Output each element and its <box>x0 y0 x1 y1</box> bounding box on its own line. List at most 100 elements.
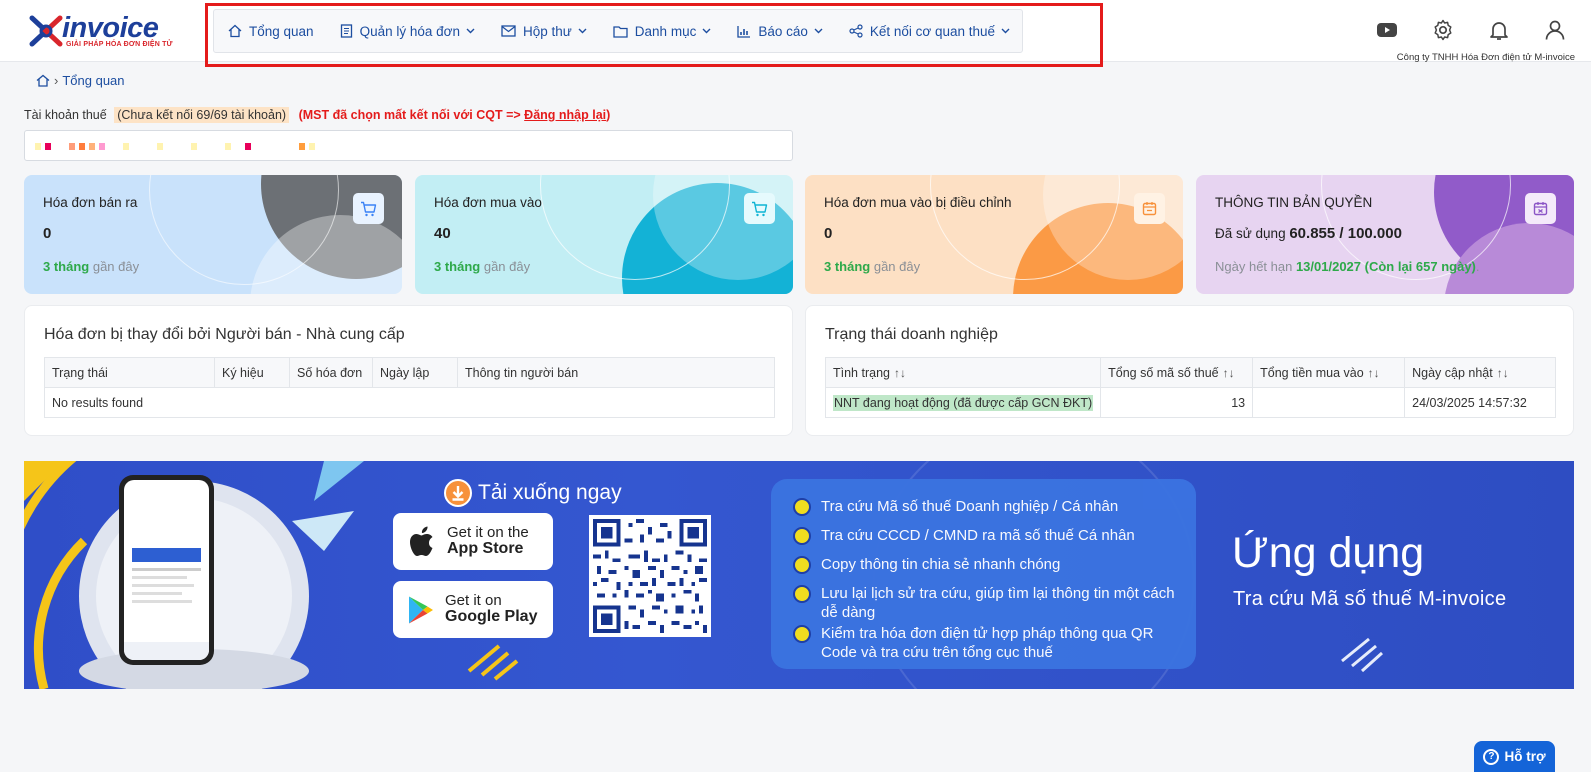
google-play-icon <box>409 596 433 623</box>
relogin-link[interactable]: Đăng nhập lại <box>524 108 606 122</box>
column-header[interactable]: Ngày lập <box>372 357 458 388</box>
download-title-text: Tải xuống ngay <box>478 481 622 504</box>
mail-icon <box>501 25 516 37</box>
nav-item-overview[interactable]: Tổng quan <box>228 24 314 39</box>
nav-item-reports[interactable]: Báo cáo <box>737 24 823 39</box>
bullet-icon <box>793 527 811 545</box>
card-note: 3 tháng gần đây <box>824 259 921 274</box>
store-line2: Google Play <box>445 607 538 625</box>
home-icon <box>228 24 242 38</box>
gear-icon[interactable] <box>1431 18 1455 42</box>
app-store-button[interactable]: Get it on the App Store <box>393 513 553 570</box>
feature-item: Tra cứu Mã số thuế Doanh nghiệp / Cá nhâ… <box>793 497 1191 516</box>
download-icon <box>444 479 472 507</box>
card-value: 0 <box>824 225 833 242</box>
tax-account-status: Tài khoản thuế (Chưa kết nối 69/69 tài k… <box>24 107 610 123</box>
card-note: 3 tháng gần đây <box>43 259 140 274</box>
column-header[interactable]: Ngày cập nhật ↑↓ <box>1404 357 1556 388</box>
app-promo-banner: Tải xuống ngay Get it on the App Store Ge… <box>24 461 1574 689</box>
column-header[interactable]: Trạng thái <box>44 357 215 388</box>
card-title: Hóa đơn mua vào <box>434 195 542 210</box>
column-header[interactable]: Thông tin người bán <box>457 357 775 388</box>
card-invoices-purchased[interactable]: Hóa đơn mua vào 40 3 tháng gần đây <box>415 175 793 294</box>
card-value: 40 <box>434 225 451 242</box>
warning-text: (MST đã chọn mất kết nối với CQT => <box>298 108 521 122</box>
chevron-down-icon <box>466 28 475 34</box>
main-nav: Tổng quan Quản lý hóa đơn Hộp thư Danh m… <box>213 9 1023 53</box>
panel-title: Hóa đơn bị thay đổi bởi Người bán - Nhà … <box>44 326 405 343</box>
brand-logo[interactable]: invoice GIẢI PHÁP HÓA ĐƠN ĐIỆN TỬ <box>26 10 173 52</box>
support-button[interactable]: ? Hỗ trợ <box>1474 741 1555 772</box>
feature-item: Lưu lại lịch sử tra cứu, giúp tìm lại th… <box>793 584 1191 622</box>
table-row[interactable]: NNT đang hoạt động (đã được cấp GCN ĐKT)… <box>824 387 1556 418</box>
cart-icon <box>353 193 384 224</box>
business-status-table: Tình trạng ↑↓ Tổng số mã số thuế ↑↓ Tổng t… <box>824 357 1556 418</box>
company-name: Công ty TNHH Hóa Đơn điện tử M-invoice <box>1396 52 1575 63</box>
calendar-icon <box>1134 193 1165 224</box>
table-header-row: Tình trạng ↑↓ Tổng số mã số thuế ↑↓ Tổng t… <box>824 357 1556 388</box>
brand-tagline: GIẢI PHÁP HÓA ĐƠN ĐIỆN TỬ <box>66 41 173 48</box>
card-invoices-adjusted[interactable]: Hóa đơn mua vào bị điều chỉnh 0 3 tháng … <box>805 175 1183 294</box>
business-status-panel: Trạng thái doanh nghiệp Tình trạng ↑↓ Tổn… <box>805 305 1574 436</box>
card-license-info[interactable]: THÔNG TIN BẢN QUYỀN Đã sử dụng 60.855 / … <box>1196 175 1574 294</box>
nav-item-catalog[interactable]: Danh mục <box>613 24 712 39</box>
column-header[interactable]: Tổng tiền mua vào ↑↓ <box>1252 357 1406 388</box>
support-label: Hỗ trợ <box>1504 749 1546 764</box>
card-value: 0 <box>43 225 52 242</box>
app-title: Ứng dụng <box>1232 529 1425 577</box>
cart-icon <box>744 193 775 224</box>
breadcrumb: › Tổng quan <box>36 73 125 88</box>
document-icon <box>340 24 352 38</box>
feature-list: Tra cứu Mã số thuế Doanh nghiệp / Cá nhâ… <box>771 479 1196 669</box>
card-title: THÔNG TIN BẢN QUYỀN <box>1215 195 1373 210</box>
logo-mark-icon <box>29 15 63 47</box>
feature-item: Tra cứu CCCD / CMND ra mã số thuế Cá nhâ… <box>793 526 1191 545</box>
app-subtitle: Tra cứu Mã số thuế M-invoice <box>1233 588 1507 610</box>
table-header-row: Trạng thái Ký hiệu Số hóa đơn Ngày lập T… <box>44 357 775 388</box>
google-play-button[interactable]: Get it on Google Play <box>393 581 553 638</box>
cell-status: NNT đang hoạt động (đã được cấp GCN ĐKT) <box>824 387 1102 418</box>
cell-amount <box>1252 387 1406 418</box>
nav-item-mailbox[interactable]: Hộp thư <box>501 24 587 39</box>
home-icon[interactable] <box>36 74 50 87</box>
youtube-icon[interactable] <box>1375 18 1399 42</box>
bullet-icon <box>793 498 811 516</box>
store-line2: App Store <box>447 539 524 557</box>
qr-code <box>589 515 711 637</box>
column-header[interactable]: Tình trạng ↑↓ <box>824 357 1102 388</box>
tax-account-select[interactable] <box>24 130 793 161</box>
connection-status-badge: (Chưa kết nối 69/69 tài khoản) <box>114 107 290 123</box>
phone-mockup <box>119 475 214 665</box>
card-title: Hóa đơn mua vào bị điều chỉnh <box>824 195 1012 210</box>
chart-icon <box>737 25 751 38</box>
bell-icon[interactable] <box>1487 18 1511 42</box>
bullet-icon <box>793 556 811 574</box>
breadcrumb-current[interactable]: Tổng quan <box>62 73 124 88</box>
tax-account-label: Tài khoản thuế <box>24 108 107 122</box>
feature-item: Kiểm tra hóa đơn điện tử hợp pháp thông … <box>793 624 1191 662</box>
seller-changes-table: Trạng thái Ký hiệu Số hóa đơn Ngày lập T… <box>44 357 775 418</box>
cell-updated: 24/03/2025 14:57:32 <box>1404 387 1556 418</box>
nav-item-invoice-management[interactable]: Quản lý hóa đơn <box>340 24 475 39</box>
sort-icon: ↑↓ <box>1222 365 1235 380</box>
nav-item-label: Hộp thư <box>522 23 572 39</box>
seller-changes-panel: Hóa đơn bị thay đổi bởi Người bán - Nhà … <box>24 305 793 436</box>
table-row: No results found <box>44 387 775 418</box>
user-icon[interactable] <box>1543 18 1567 42</box>
header-actions <box>1375 18 1567 42</box>
nav-item-label: Danh mục <box>634 23 697 39</box>
card-note: Ngày hết hạn 13/01/2027 (Còn lại 657 ngà… <box>1215 259 1480 274</box>
folder-icon <box>613 25 628 38</box>
sort-icon: ↑↓ <box>1367 365 1380 380</box>
column-header[interactable]: Ký hiệu <box>214 357 290 388</box>
nav-item-label: Báo cáo <box>758 23 808 39</box>
nav-item-tax-authority[interactable]: Kết nối cơ quan thuế <box>849 24 1010 39</box>
column-header[interactable]: Số hóa đơn <box>289 357 373 388</box>
chevron-down-icon <box>1001 28 1010 34</box>
column-header[interactable]: Tổng số mã số thuế ↑↓ <box>1100 357 1254 388</box>
nav-item-label: Tổng quan <box>249 23 314 39</box>
chevron-down-icon <box>814 28 823 34</box>
card-invoices-sold[interactable]: Hóa đơn bán ra 0 3 tháng gần đây <box>24 175 402 294</box>
store-line1: Get it on the <box>447 524 529 542</box>
sort-icon: ↑↓ <box>1496 365 1509 380</box>
